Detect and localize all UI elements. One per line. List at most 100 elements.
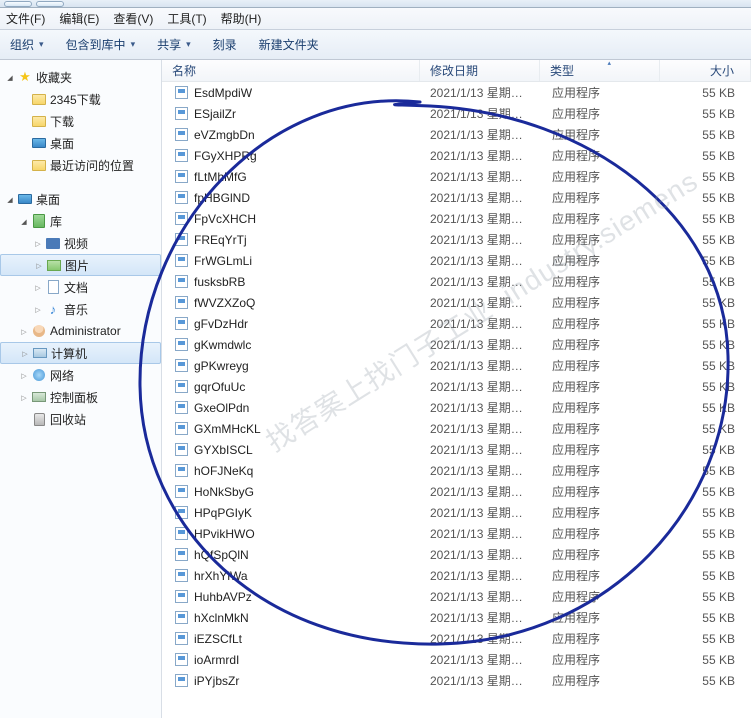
- file-type: 应用程序: [550, 273, 670, 290]
- file-row[interactable]: GxeOlPdn2021/1/13 星期…应用程序55 KB: [162, 397, 751, 418]
- tree-user[interactable]: Administrator: [0, 320, 161, 342]
- file-name: ESjailZr: [190, 107, 430, 121]
- tree-lib-item[interactable]: ♪音乐: [0, 298, 161, 320]
- tree-network[interactable]: 网络: [0, 364, 161, 386]
- tree-fav-item[interactable]: 2345下载: [0, 88, 161, 110]
- expand-icon[interactable]: [4, 72, 16, 82]
- file-row[interactable]: HuhbAVPz2021/1/13 星期…应用程序55 KB: [162, 586, 751, 607]
- file-row[interactable]: HPqPGIyK2021/1/13 星期…应用程序55 KB: [162, 502, 751, 523]
- file-name: HuhbAVPz: [190, 590, 430, 604]
- tree-favorites[interactable]: ★ 收藏夹: [0, 66, 161, 88]
- file-date: 2021/1/13 星期…: [430, 315, 550, 332]
- file-date: 2021/1/13 星期…: [430, 378, 550, 395]
- file-row[interactable]: EsdMpdiW2021/1/13 星期…应用程序55 KB: [162, 82, 751, 103]
- file-date: 2021/1/13 星期…: [430, 462, 550, 479]
- expand-icon[interactable]: [18, 370, 30, 380]
- expand-icon[interactable]: [32, 304, 44, 314]
- tree-computer[interactable]: 计算机: [0, 342, 161, 364]
- folder-icon: [32, 94, 46, 105]
- file-row[interactable]: GYXbISCL2021/1/13 星期…应用程序55 KB: [162, 439, 751, 460]
- menu-help[interactable]: 帮助(H): [221, 10, 262, 27]
- file-row[interactable]: hOFJNeKq2021/1/13 星期…应用程序55 KB: [162, 460, 751, 481]
- expand-icon[interactable]: [32, 282, 44, 292]
- menu-file[interactable]: 文件(F): [6, 10, 45, 27]
- file-row[interactable]: gPKwreyg2021/1/13 星期…应用程序55 KB: [162, 355, 751, 376]
- expand-icon[interactable]: [18, 326, 30, 336]
- tree-libraries[interactable]: 库: [0, 210, 161, 232]
- organize-button[interactable]: 组织: [10, 36, 44, 53]
- file-name: fWVZXZoQ: [190, 296, 430, 310]
- tree-fav-item[interactable]: 桌面: [0, 132, 161, 154]
- file-row[interactable]: iPYjbsZr2021/1/13 星期…应用程序55 KB: [162, 670, 751, 691]
- file-date: 2021/1/13 星期…: [430, 84, 550, 101]
- file-date: 2021/1/13 星期…: [430, 231, 550, 248]
- menu-view[interactable]: 查看(V): [113, 10, 153, 27]
- tree-lib-item[interactable]: 图片: [0, 254, 161, 276]
- file-type: 应用程序: [550, 315, 670, 332]
- file-row[interactable]: FGyXHPRg2021/1/13 星期…应用程序55 KB: [162, 145, 751, 166]
- file-row[interactable]: GXmMHcKL2021/1/13 星期…应用程序55 KB: [162, 418, 751, 439]
- share-button[interactable]: 共享: [157, 36, 191, 53]
- tree-lib-item[interactable]: 视频: [0, 232, 161, 254]
- file-row[interactable]: hQfSpQlN2021/1/13 星期…应用程序55 KB: [162, 544, 751, 565]
- exe-icon: [172, 484, 190, 500]
- file-row[interactable]: ioArmrdI2021/1/13 星期…应用程序55 KB: [162, 649, 751, 670]
- file-row[interactable]: ESjailZr2021/1/13 星期…应用程序55 KB: [162, 103, 751, 124]
- burn-button[interactable]: 刻录: [213, 36, 237, 53]
- tree-recycle[interactable]: 回收站: [0, 408, 161, 430]
- expand-icon[interactable]: [4, 194, 16, 204]
- file-row[interactable]: eVZmgbDn2021/1/13 星期…应用程序55 KB: [162, 124, 751, 145]
- exe-icon: [172, 463, 190, 479]
- expand-icon[interactable]: [18, 392, 30, 402]
- file-date: 2021/1/13 星期…: [430, 567, 550, 584]
- file-size: 55 KB: [670, 86, 751, 100]
- file-date: 2021/1/13 星期…: [430, 420, 550, 437]
- file-row[interactable]: HPvikHWO2021/1/13 星期…应用程序55 KB: [162, 523, 751, 544]
- tree-desktop[interactable]: 桌面: [0, 188, 161, 210]
- file-row[interactable]: gFvDzHdr2021/1/13 星期…应用程序55 KB: [162, 313, 751, 334]
- menu-edit[interactable]: 编辑(E): [59, 10, 99, 27]
- file-size: 55 KB: [670, 422, 751, 436]
- nav-pane: ★ 收藏夹 2345下载 下载 桌面 最近访问的位置 桌面 库 视频 图片 文档…: [0, 60, 162, 718]
- file-row[interactable]: fLtMhMfG2021/1/13 星期…应用程序55 KB: [162, 166, 751, 187]
- col-type[interactable]: 类型: [540, 60, 660, 81]
- file-row[interactable]: hrXhYlWa2021/1/13 星期…应用程序55 KB: [162, 565, 751, 586]
- expand-icon[interactable]: [18, 216, 30, 226]
- tree-fav-item[interactable]: 下载: [0, 110, 161, 132]
- menu-tools[interactable]: 工具(T): [167, 10, 206, 27]
- file-row[interactable]: HoNkSbyG2021/1/13 星期…应用程序55 KB: [162, 481, 751, 502]
- nav-fwd-button[interactable]: [36, 1, 64, 7]
- file-row[interactable]: hXclnMkN2021/1/13 星期…应用程序55 KB: [162, 607, 751, 628]
- file-row[interactable]: fpHBGlND2021/1/13 星期…应用程序55 KB: [162, 187, 751, 208]
- file-name: GYXbISCL: [190, 443, 430, 457]
- file-row[interactable]: fWVZXZoQ2021/1/13 星期…应用程序55 KB: [162, 292, 751, 313]
- nav-back-button[interactable]: [4, 1, 32, 7]
- file-row[interactable]: FREqYrTj2021/1/13 星期…应用程序55 KB: [162, 229, 751, 250]
- column-headers: 名称 修改日期 类型 大小: [162, 60, 751, 82]
- exe-icon: [172, 547, 190, 563]
- exe-icon: [172, 127, 190, 143]
- expand-icon[interactable]: [32, 238, 44, 248]
- file-date: 2021/1/13 星期…: [430, 189, 550, 206]
- file-row[interactable]: fusksbRB2021/1/13 星期…应用程序55 KB: [162, 271, 751, 292]
- tree-fav-item[interactable]: 最近访问的位置: [0, 154, 161, 176]
- file-date: 2021/1/13 星期…: [430, 357, 550, 374]
- file-row[interactable]: gqrOfuUc2021/1/13 星期…应用程序55 KB: [162, 376, 751, 397]
- file-row[interactable]: gKwmdwlc2021/1/13 星期…应用程序55 KB: [162, 334, 751, 355]
- file-row[interactable]: FrWGLmLi2021/1/13 星期…应用程序55 KB: [162, 250, 751, 271]
- file-date: 2021/1/13 星期…: [430, 672, 550, 689]
- expand-icon[interactable]: [19, 348, 31, 358]
- expand-icon[interactable]: [33, 260, 45, 270]
- include-button[interactable]: 包含到库中: [66, 36, 136, 53]
- file-type: 应用程序: [550, 588, 670, 605]
- address-bar[interactable]: [0, 0, 751, 8]
- tree-cpanel[interactable]: 控制面板: [0, 386, 161, 408]
- newfolder-button[interactable]: 新建文件夹: [259, 36, 319, 53]
- star-icon: ★: [16, 69, 34, 85]
- file-row[interactable]: FpVcXHCH2021/1/13 星期…应用程序55 KB: [162, 208, 751, 229]
- col-name[interactable]: 名称: [162, 60, 420, 81]
- col-date[interactable]: 修改日期: [420, 60, 540, 81]
- file-row[interactable]: iEZSCfLt2021/1/13 星期…应用程序55 KB: [162, 628, 751, 649]
- col-size[interactable]: 大小: [660, 60, 751, 81]
- tree-lib-item[interactable]: 文档: [0, 276, 161, 298]
